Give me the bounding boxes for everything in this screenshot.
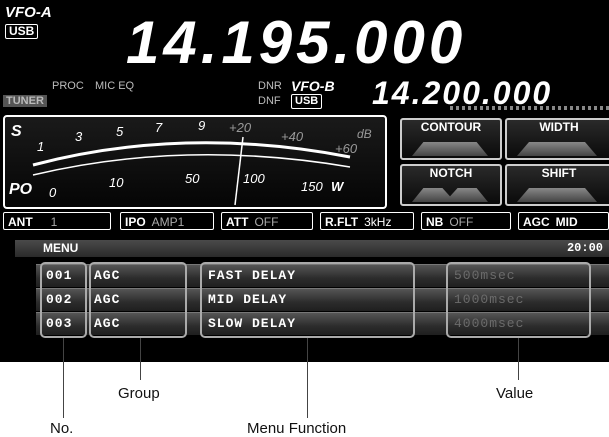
menu-header: MENU 20:00 (15, 240, 609, 257)
fn-agc-value: MID (555, 215, 578, 229)
vfo-b-mode: USB (291, 94, 323, 109)
s-scale-3: 3 (75, 129, 83, 144)
po-meter-label: PO (9, 181, 33, 198)
fn-ant-name: ANT (8, 215, 33, 229)
fn-att[interactable]: ATT OFF (221, 212, 313, 230)
no-column-outline (40, 262, 87, 338)
group-leader-line (140, 338, 141, 380)
value-callout: Value (496, 385, 534, 402)
dnf-indicator: DNF (258, 95, 281, 107)
s-scale-5: 5 (116, 124, 124, 139)
po-scale-50: 50 (185, 171, 200, 186)
fn-rflt[interactable]: R.FLT 3kHz (320, 212, 414, 230)
s-scale-9: 9 (198, 118, 206, 133)
fn-rflt-value: 3kHz (364, 215, 392, 229)
width-label: WIDTH (539, 120, 579, 134)
no-callout: No. (50, 420, 74, 437)
menu-title: MENU (43, 241, 79, 255)
value-leader-line (518, 338, 519, 380)
fn-ipo[interactable]: IPO AMP1 (120, 212, 214, 230)
menu-time: 20:00 (566, 241, 603, 255)
po-scale-10: 10 (109, 175, 124, 190)
vfo-b-label: VFO-B (291, 78, 335, 94)
s-scale-1: 1 (37, 139, 45, 154)
po-scale-0: 0 (49, 185, 57, 200)
s-meter-label: S (11, 123, 22, 140)
db-label: dB (357, 127, 372, 141)
s-scale-plus60: +60 (335, 141, 358, 156)
shift-display: SHIFT (505, 164, 609, 206)
fn-ant[interactable]: ANT 1 (3, 212, 111, 230)
shift-shape (517, 188, 597, 202)
meter-scale (32, 136, 351, 206)
proc-indicator: PROC (52, 80, 84, 92)
contour-label: CONTOUR (420, 120, 482, 134)
fn-nb-name: NB (426, 215, 444, 229)
vfo-a-frequency: 14.195.000 (126, 9, 467, 76)
contour-shape (412, 142, 488, 156)
group-callout: Group (118, 385, 160, 402)
vfo-b-frequency: 14.200.000 (372, 75, 553, 111)
mic-eq-indicator: MIC EQ (95, 80, 135, 92)
no-leader-line (63, 338, 64, 418)
vfo-a-mode: USB (5, 24, 39, 39)
width-display: WIDTH (505, 118, 609, 160)
tuning-scale-bar (450, 106, 609, 110)
value-column-outline (446, 262, 591, 338)
s-scale-plus20: +20 (229, 120, 252, 135)
po-unit: W (331, 179, 344, 194)
function-column-outline (200, 262, 415, 338)
function-callout: Menu Function (247, 420, 347, 437)
contour-display: CONTOUR (400, 118, 502, 160)
fn-agc[interactable]: AGC MID (518, 212, 609, 230)
fn-ipo-name: IPO (125, 215, 146, 229)
notch-display: NOTCH (400, 164, 502, 206)
po-scale-150: 150 (301, 179, 323, 194)
width-shape (517, 142, 597, 156)
fn-att-name: ATT (226, 215, 249, 229)
fn-nb[interactable]: NB OFF (421, 212, 511, 230)
fn-ant-value: 1 (50, 215, 58, 229)
function-leader-line (307, 338, 308, 418)
fn-ipo-value: AMP1 (151, 215, 185, 229)
notch-shape (412, 188, 488, 202)
fn-rflt-name: R.FLT (325, 215, 359, 229)
group-column-outline (89, 262, 187, 338)
tuner-indicator: TUNER (3, 95, 47, 107)
s-po-meter: S 1 3 5 7 9 +20 +40 +60 dB PO 0 10 50 10… (3, 115, 387, 209)
s-scale-plus40: +40 (281, 129, 304, 144)
fn-agc-name: AGC (523, 215, 550, 229)
s-scale-7: 7 (155, 120, 163, 135)
notch-label: NOTCH (429, 166, 473, 180)
po-scale-100: 100 (243, 171, 265, 186)
vfo-a-label: VFO-A (5, 4, 52, 21)
fn-att-value: OFF (254, 215, 279, 229)
fn-nb-value: OFF (449, 215, 474, 229)
radio-display: VFO-A USB 14.195.000 PROC MIC EQ TUNER D… (0, 0, 609, 362)
dnr-indicator: DNR (258, 80, 282, 92)
shift-label: SHIFT (541, 166, 577, 180)
